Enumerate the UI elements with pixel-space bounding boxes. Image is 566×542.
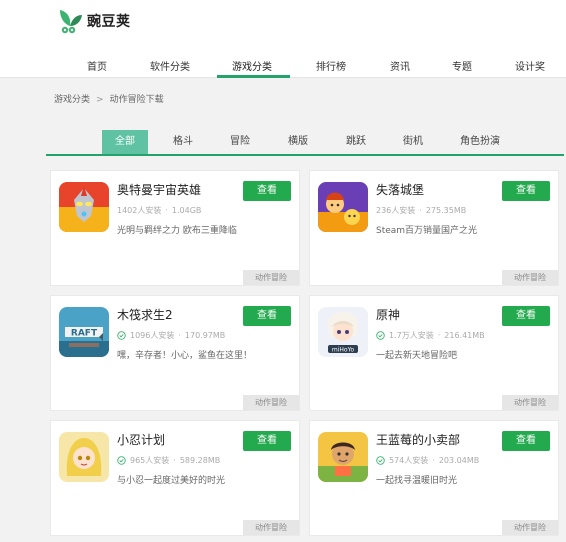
app-meta: 574人安装 · 203.04MB xyxy=(376,455,479,466)
app-name[interactable]: 失落城堡 xyxy=(376,181,424,198)
nav-game-categories[interactable]: 游戏分类 xyxy=(232,58,272,73)
tab-side-scroller[interactable]: 横版 xyxy=(279,130,317,154)
app-description: Steam百万销量国产之光 xyxy=(376,226,478,236)
verified-check-icon xyxy=(117,456,126,465)
category-tag[interactable]: 动作冒险 xyxy=(243,520,299,535)
meta-dot: · xyxy=(173,456,176,465)
app-size: 589.28MB xyxy=(179,456,221,465)
app-description: 嘿，辛存者！小心，鲨鱼在这里！ xyxy=(117,351,253,361)
meta-dot: · xyxy=(419,206,422,215)
nav-design-award[interactable]: 设计奖 xyxy=(515,58,545,73)
app-name[interactable]: 木筏求生2 xyxy=(117,306,173,323)
install-count: 236人安装 xyxy=(376,206,416,215)
app-size: 203.04MB xyxy=(438,456,480,465)
app-description: 与小忍一起度过美好的时光 xyxy=(117,476,226,486)
app-card[interactable]: 失落城堡 查看 236人安装 · 275.35MB Steam百万销量国产之光 动作… xyxy=(309,170,559,286)
verified-check-icon xyxy=(117,331,126,340)
app-size: 170.97MB xyxy=(184,331,226,340)
category-tag[interactable]: 动作冒险 xyxy=(502,395,558,410)
app-meta: 236人安装 · 275.35MB xyxy=(376,205,466,216)
category-tabs: 全部 格斗 冒险 横版 跳跃 街机 角色扮演 xyxy=(46,130,564,156)
app-size: 1.04GB xyxy=(171,206,202,215)
tab-adventure[interactable]: 冒险 xyxy=(221,130,259,154)
tab-arcade[interactable]: 街机 xyxy=(394,130,432,154)
header: 豌豆荚 首页 软件分类 游戏分类 排行榜 资讯 专题 设计奖 xyxy=(0,0,566,78)
app-card[interactable]: miHoYo 原神 查看 1.7万人安装 · 216.41MB 一起去新天地冒险吧 … xyxy=(309,295,559,411)
app-card[interactable]: RAFT 木筏求生2 查看 1096人安装 · 170.97MB 嘿，辛存者！小心，… xyxy=(50,295,300,411)
app-name[interactable]: 奥特曼宇宙英雄 xyxy=(117,181,201,198)
app-card[interactable]: 王蓝莓的小卖部 查看 574人安装 · 203.04MB 一起找寻温暖旧时光 动作冒… xyxy=(309,420,559,536)
install-count: 1096人安装 xyxy=(130,331,175,340)
app-description: 光明与羁绊之力 欧布三重降临 xyxy=(117,226,237,236)
breadcrumb-separator: > xyxy=(96,95,104,105)
install-count: 1402人安装 xyxy=(117,206,162,215)
lost-castle-icon[interactable] xyxy=(318,182,368,232)
nav-rankings[interactable]: 排行榜 xyxy=(316,58,346,73)
nav-software-categories[interactable]: 软件分类 xyxy=(150,58,190,73)
view-button[interactable]: 查看 xyxy=(243,306,291,326)
wandoujia-logo-icon xyxy=(60,10,82,34)
category-tag[interactable]: 动作冒险 xyxy=(502,520,558,535)
app-meta: 1096人安装 · 170.97MB xyxy=(117,330,225,341)
breadcrumb: 游戏分类 > 动作冒险下载 xyxy=(54,92,164,105)
shop-icon[interactable] xyxy=(318,432,368,482)
app-meta: 1402人安装 · 1.04GB xyxy=(117,205,201,216)
breadcrumb-current: 动作冒险下载 xyxy=(109,95,164,105)
svg-text:miHoYo: miHoYo xyxy=(332,347,355,354)
raft-icon[interactable]: RAFT xyxy=(59,307,109,357)
view-button[interactable]: 查看 xyxy=(502,306,550,326)
app-size: 216.41MB xyxy=(444,331,485,340)
nav-news[interactable]: 资讯 xyxy=(390,58,410,73)
app-description: 一起找寻温暖旧时光 xyxy=(376,476,458,486)
app-meta: 1.7万人安装 · 216.41MB xyxy=(376,330,485,341)
category-tag[interactable]: 动作冒险 xyxy=(502,270,558,285)
shinobu-icon[interactable] xyxy=(59,432,109,482)
category-tag[interactable]: 动作冒险 xyxy=(243,395,299,410)
app-name[interactable]: 王蓝莓的小卖部 xyxy=(376,431,460,448)
nav-topics[interactable]: 专题 xyxy=(452,58,472,73)
view-button[interactable]: 查看 xyxy=(502,431,550,451)
view-button[interactable]: 查看 xyxy=(243,181,291,201)
meta-dot: · xyxy=(437,331,441,340)
app-name[interactable]: 原神 xyxy=(376,306,400,323)
nav-home[interactable]: 首页 xyxy=(87,58,107,73)
verified-check-icon xyxy=(376,331,385,340)
ultraman-icon[interactable] xyxy=(59,182,109,232)
view-button[interactable]: 查看 xyxy=(502,181,550,201)
app-description: 一起去新天地冒险吧 xyxy=(376,351,458,361)
breadcrumb-parent[interactable]: 游戏分类 xyxy=(54,95,90,105)
logo-text: 豌豆荚 xyxy=(87,14,131,30)
main-nav: 首页 软件分类 游戏分类 排行榜 资讯 专题 设计奖 xyxy=(0,52,566,78)
tab-all[interactable]: 全部 xyxy=(102,130,148,154)
install-count: 1.7万人安装 xyxy=(389,331,434,340)
logo[interactable]: 豌豆荚 xyxy=(54,6,131,36)
view-button[interactable]: 查看 xyxy=(243,431,291,451)
nav-active-indicator xyxy=(217,75,290,78)
app-card[interactable]: 小忍计划 查看 965人安装 · 589.28MB 与小忍一起度过美好的时光 动作冒… xyxy=(50,420,300,536)
meta-dot: · xyxy=(165,206,168,215)
meta-dot: · xyxy=(178,331,181,340)
svg-text:RAFT: RAFT xyxy=(71,329,98,339)
app-name[interactable]: 小忍计划 xyxy=(117,431,165,448)
app-meta: 965人安装 · 589.28MB xyxy=(117,455,220,466)
tab-platformer[interactable]: 跳跃 xyxy=(337,130,375,154)
install-count: 965人安装 xyxy=(130,456,170,465)
tab-rpg[interactable]: 角色扮演 xyxy=(450,130,510,154)
verified-check-icon xyxy=(376,456,385,465)
tab-fighting[interactable]: 格斗 xyxy=(164,130,202,154)
genshin-icon[interactable]: miHoYo xyxy=(318,307,368,357)
category-tag[interactable]: 动作冒险 xyxy=(243,270,299,285)
app-size: 275.35MB xyxy=(425,206,467,215)
app-card[interactable]: 奥特曼宇宙英雄 查看 1402人安装 · 1.04GB 光明与羁绊之力 欧布三重降临… xyxy=(50,170,300,286)
meta-dot: · xyxy=(432,456,435,465)
install-count: 574人安装 xyxy=(389,456,429,465)
